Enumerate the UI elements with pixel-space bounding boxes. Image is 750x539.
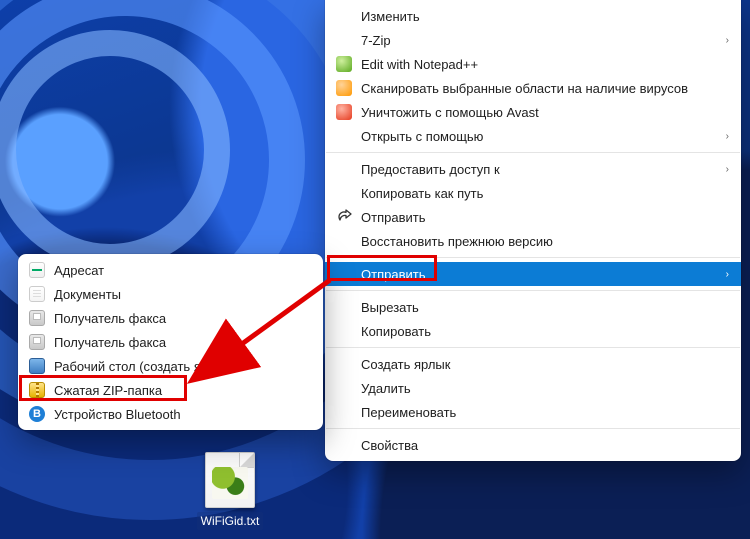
menu-item[interactable]: Изменить bbox=[325, 4, 741, 28]
menu-item-label: Уничтожить с помощью Avast bbox=[355, 105, 715, 120]
menu-separator bbox=[326, 152, 740, 153]
chevron-right-icon: › bbox=[715, 269, 729, 280]
menu-separator bbox=[326, 428, 740, 429]
menu-separator bbox=[326, 347, 740, 348]
green-icon bbox=[333, 56, 355, 72]
chevron-right-icon: › bbox=[715, 35, 729, 46]
file-icon bbox=[205, 452, 255, 508]
menu-item-label: Edit with Notepad++ bbox=[355, 57, 715, 72]
menu-item[interactable]: Восстановить прежнюю версию bbox=[325, 229, 741, 253]
context-menu-sendto: Адресат Документы Получатель факса Получате… bbox=[18, 254, 323, 430]
menu-item[interactable]: Отправить bbox=[325, 205, 741, 229]
menu-item-label: Изменить bbox=[355, 9, 715, 24]
menu-separator bbox=[326, 290, 740, 291]
menu-item-label: Свойства bbox=[355, 438, 715, 453]
sendto-item[interactable]: Адресат bbox=[18, 258, 323, 282]
menu-item[interactable]: Сканировать выбранные области на наличие… bbox=[325, 76, 741, 100]
sendto-item[interactable]: Документы bbox=[18, 282, 323, 306]
sendto-item-label: Сжатая ZIP-папка bbox=[48, 383, 311, 398]
menu-item-label: Переименовать bbox=[355, 405, 715, 420]
desktop-file[interactable]: WiFiGid.txt bbox=[190, 452, 270, 530]
orange-icon bbox=[333, 80, 355, 96]
sendto-item[interactable]: Рабочий стол (создать ярлык) bbox=[18, 354, 323, 378]
menu-item-label: Создать ярлык bbox=[355, 357, 715, 372]
menu-item[interactable]: Свойства bbox=[325, 433, 741, 457]
menu-item[interactable]: Уничтожить с помощью Avast bbox=[325, 100, 741, 124]
bt-icon: B bbox=[26, 406, 48, 422]
menu-item-label: Восстановить прежнюю версию bbox=[355, 234, 715, 249]
menu-item-label: Отправить bbox=[355, 267, 715, 282]
menu-item[interactable]: Открыть с помощью› bbox=[325, 124, 741, 148]
menu-item[interactable]: Удалить bbox=[325, 376, 741, 400]
menu-item[interactable]: Предоставить доступ к› bbox=[325, 157, 741, 181]
chevron-right-icon: › bbox=[715, 164, 729, 175]
menu-item[interactable]: Копировать bbox=[325, 319, 741, 343]
menu-item[interactable]: Отправить› bbox=[325, 262, 741, 286]
file-label: WiFiGid.txt bbox=[197, 512, 264, 530]
menu-item-label: Копировать bbox=[355, 324, 715, 339]
menu-item-label: Вырезать bbox=[355, 300, 715, 315]
menu-item-label: Открыть с помощью bbox=[355, 129, 715, 144]
menu-item-label: Сканировать выбранные области на наличие… bbox=[355, 81, 715, 96]
menu-item[interactable]: Edit with Notepad++ bbox=[325, 52, 741, 76]
red-icon bbox=[333, 104, 355, 120]
sendto-item-label: Рабочий стол (создать ярлык) bbox=[48, 359, 311, 374]
menu-item[interactable]: Копировать как путь bbox=[325, 181, 741, 205]
sendto-item[interactable]: Получатель факса bbox=[18, 330, 323, 354]
card-icon bbox=[26, 262, 48, 278]
menu-item[interactable]: 7-Zip› bbox=[325, 28, 741, 52]
sendto-item[interactable]: BУстройство Bluetooth bbox=[18, 402, 323, 426]
menu-item[interactable]: Переименовать bbox=[325, 400, 741, 424]
sendto-item[interactable]: Получатель факса bbox=[18, 306, 323, 330]
chevron-right-icon: › bbox=[715, 131, 729, 142]
doc-icon bbox=[26, 286, 48, 302]
menu-separator bbox=[326, 257, 740, 258]
share-icon bbox=[333, 209, 355, 225]
sendto-item-label: Получатель факса bbox=[48, 311, 311, 326]
menu-item-label: 7-Zip bbox=[355, 33, 715, 48]
desk-icon bbox=[26, 358, 48, 374]
menu-item[interactable]: Создать ярлык bbox=[325, 352, 741, 376]
context-menu-main: Изменить7-Zip›Edit with Notepad++Сканиро… bbox=[325, 0, 741, 461]
printer-icon bbox=[26, 310, 48, 326]
sendto-item[interactable]: Сжатая ZIP-папка bbox=[18, 378, 323, 402]
sendto-item-label: Устройство Bluetooth bbox=[48, 407, 311, 422]
menu-item-label: Предоставить доступ к bbox=[355, 162, 715, 177]
menu-item-label: Удалить bbox=[355, 381, 715, 396]
sendto-item-label: Адресат bbox=[48, 263, 311, 278]
menu-item-label: Копировать как путь bbox=[355, 186, 715, 201]
printer-icon bbox=[26, 334, 48, 350]
zip-icon bbox=[26, 382, 48, 398]
sendto-item-label: Получатель факса bbox=[48, 335, 311, 350]
menu-item[interactable]: Вырезать bbox=[325, 295, 741, 319]
sendto-item-label: Документы bbox=[48, 287, 311, 302]
menu-item-label: Отправить bbox=[355, 210, 715, 225]
